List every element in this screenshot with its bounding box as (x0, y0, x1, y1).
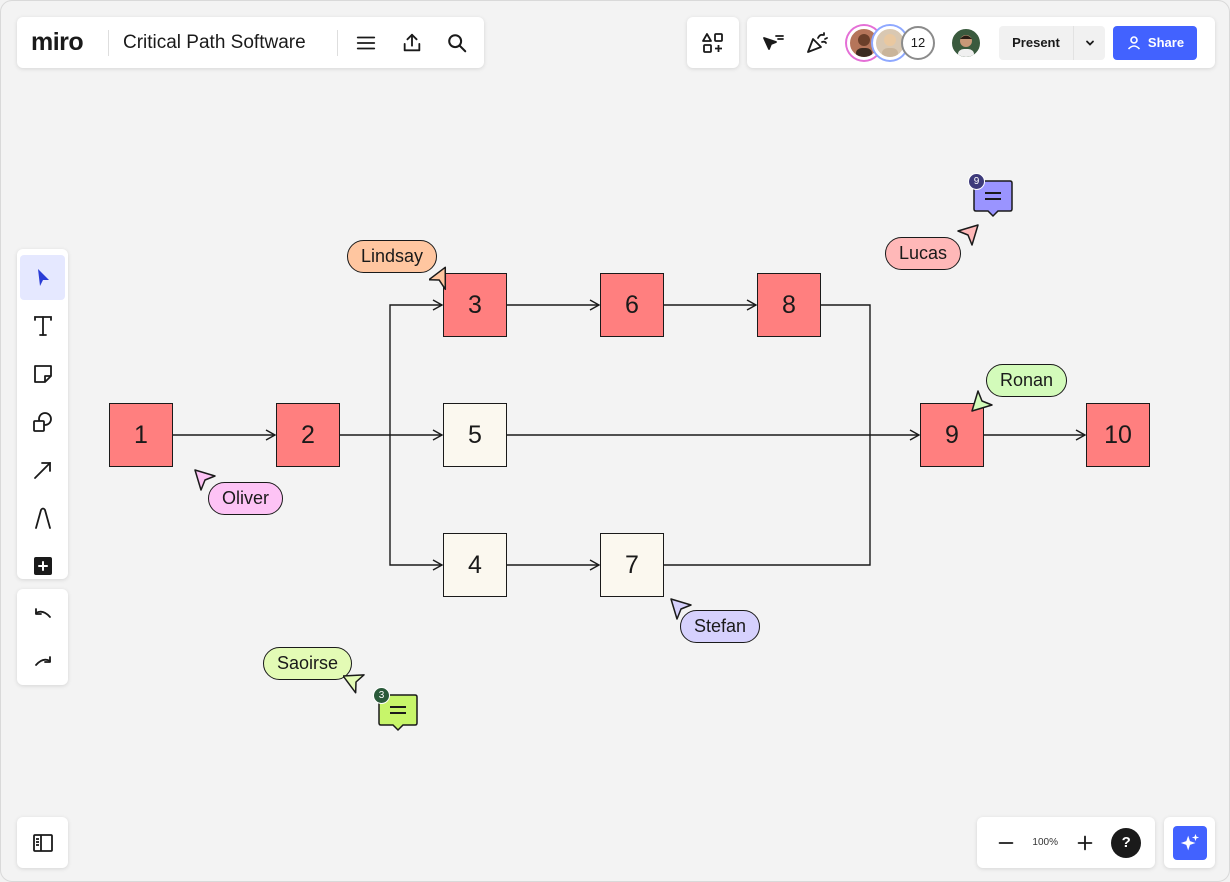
cursor-filter-icon (763, 34, 784, 50)
zoom-controls: 100% ? (977, 817, 1155, 868)
person-avatar-icon (882, 33, 898, 57)
pen-tool[interactable] (20, 495, 65, 540)
menu-button[interactable] (348, 24, 385, 62)
zoom-in-button[interactable] (1070, 824, 1100, 862)
reactions-button[interactable] (799, 25, 835, 61)
pen-icon (34, 507, 51, 529)
search-icon (448, 33, 467, 52)
present-options-button[interactable] (1074, 37, 1105, 49)
redo-icon (34, 655, 51, 666)
task-node-1[interactable]: 1 (109, 403, 173, 467)
miro-logo[interactable]: miro (31, 28, 98, 57)
cursor-arrow-saoirse-icon (343, 674, 365, 694)
search-button[interactable] (439, 24, 476, 62)
comment-count-badge: 3 (373, 687, 390, 704)
board-canvas[interactable]: 1 2 3 5 4 6 7 8 9 10 Lindsay Oliver Stef… (1, 1, 1229, 881)
connector-2-3[interactable] (389, 299, 444, 435)
divider (336, 29, 338, 56)
shapes-icon (32, 411, 52, 432)
task-node-5[interactable]: 5 (443, 403, 507, 467)
comment-thread-bottom[interactable]: 3 (373, 687, 419, 733)
sticky-note-tool[interactable] (20, 351, 65, 396)
apps-button[interactable] (687, 17, 739, 68)
more-collaborators-count[interactable]: 12 (901, 25, 935, 60)
connection-line-tool[interactable] (20, 447, 65, 492)
divider (107, 29, 109, 56)
comment-count-badge: 9 (968, 173, 985, 190)
arrow-line-icon (33, 461, 51, 479)
connector-8-9[interactable] (821, 304, 871, 435)
cursor-arrow-lucas-icon (957, 224, 979, 246)
task-node-2[interactable]: 2 (276, 403, 340, 467)
comment-thread-top[interactable]: 9 (968, 173, 1014, 219)
chevron-down-icon (1085, 40, 1094, 46)
board-title[interactable]: Critical Path Software (123, 32, 335, 54)
party-popper-icon (807, 31, 828, 53)
cursor-label-ronan: Ronan (986, 364, 1068, 397)
user-icon (1127, 35, 1141, 50)
plus-square-icon (33, 556, 52, 575)
cursor-label-stefan: Stefan (680, 610, 761, 643)
cursor-label-lindsay: Lindsay (347, 240, 438, 273)
minus-icon (998, 841, 1014, 844)
cursor-label-oliver: Oliver (208, 482, 284, 515)
connector-2-4[interactable] (389, 435, 444, 571)
history-toolbar (17, 589, 68, 685)
zoom-level[interactable]: 100% (1032, 837, 1058, 848)
undo-icon (34, 607, 51, 618)
undo-button[interactable] (20, 593, 65, 638)
task-node-6[interactable]: 6 (600, 273, 664, 337)
cursor-arrow-lindsay-icon (429, 266, 447, 290)
board-header: miro Critical Path Software (17, 17, 484, 68)
ai-assistant-button[interactable] (1164, 817, 1215, 868)
more-tools-button[interactable] (20, 543, 65, 588)
upload-icon (403, 33, 421, 51)
task-node-7[interactable]: 7 (600, 533, 664, 597)
share-label: Share (1147, 35, 1185, 50)
sticky-note-icon (33, 364, 52, 383)
collaborator-avatars[interactable]: 12 (847, 25, 983, 60)
redo-button[interactable] (20, 641, 65, 686)
hamburger-icon (357, 36, 376, 49)
present-button[interactable]: Present (999, 25, 1105, 60)
cursor-label-saoirse: Saoirse (263, 647, 353, 680)
board-sidepanel-button[interactable] (17, 817, 68, 868)
shapes-tool[interactable] (20, 399, 65, 444)
text-tool[interactable] (20, 303, 65, 348)
connector-7-9[interactable] (664, 435, 871, 566)
text-icon (33, 315, 52, 336)
task-node-4[interactable]: 4 (443, 533, 507, 597)
app-window: 1 2 3 5 4 6 7 8 9 10 Lindsay Oliver Stef… (0, 0, 1230, 882)
current-user-avatar[interactable] (949, 25, 983, 60)
present-label: Present (1012, 35, 1060, 50)
cursor-label-lucas: Lucas (885, 237, 962, 270)
plus-icon (1077, 835, 1092, 850)
share-button[interactable]: Share (1113, 25, 1197, 60)
shapes-apps-icon (702, 32, 723, 53)
task-node-10[interactable]: 10 (1086, 403, 1150, 467)
export-button[interactable] (393, 24, 430, 62)
task-node-8[interactable]: 8 (757, 273, 821, 337)
person-avatar-icon (958, 34, 974, 57)
select-tool[interactable] (20, 255, 65, 300)
zoom-out-button[interactable] (991, 824, 1021, 862)
pointer-icon (37, 268, 49, 286)
connector-layer (173, 299, 1087, 571)
sidebar-panel-icon (32, 833, 53, 852)
help-button[interactable]: ? (1111, 827, 1142, 858)
sparkle-icon (1172, 825, 1207, 860)
creation-toolbar (17, 249, 68, 579)
collaboration-bar: 12 Present Share (747, 17, 1215, 68)
follow-cursors-button[interactable] (755, 25, 791, 61)
